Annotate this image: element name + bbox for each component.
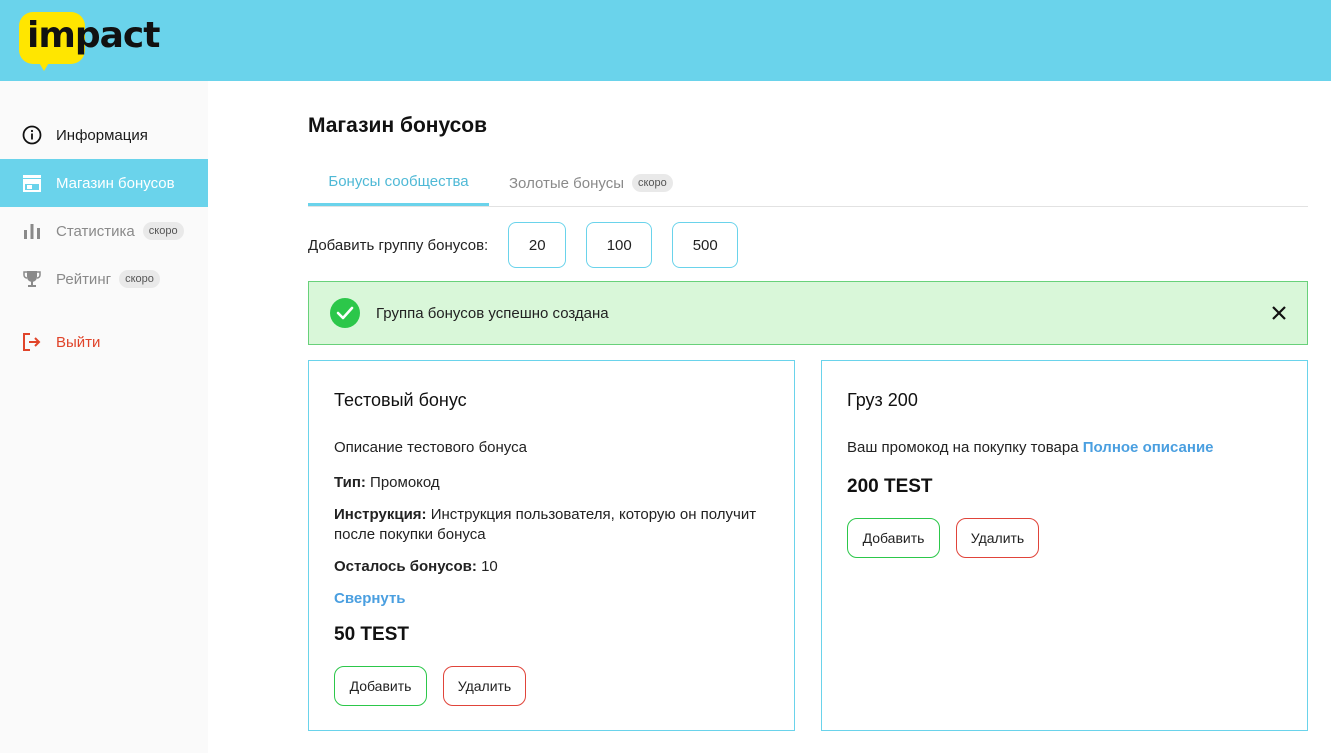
success-alert: Группа бонусов успешно создана <box>308 281 1308 345</box>
close-icon[interactable] <box>1269 303 1289 323</box>
description-text: Ваш промокод на покупку товара <box>847 439 1083 456</box>
logo-bubble-tail <box>35 56 53 71</box>
add-group-500-button[interactable]: 500 <box>672 222 739 268</box>
bonus-card-type: Тип: Промокод <box>334 473 440 493</box>
check-circle-icon <box>330 298 360 328</box>
store-icon <box>21 172 43 194</box>
sidebar-item-info[interactable]: Информация <box>0 111 208 159</box>
add-group-label: Добавить группу бонусов: <box>308 236 489 254</box>
trophy-icon <box>21 268 43 290</box>
type-label: Тип: <box>334 474 366 491</box>
sidebar-item-label: Выйти <box>56 333 101 351</box>
add-bonus-group-row: Добавить группу бонусов: 20 100 500 <box>308 222 758 268</box>
sidebar-item-label: Магазин бонусов <box>56 174 175 192</box>
bonus-card-title: Тестовый бонус <box>334 390 467 410</box>
delete-button[interactable]: Удалить <box>956 518 1039 558</box>
logout-icon <box>21 331 43 353</box>
bar-chart-icon <box>21 220 43 242</box>
bonus-card: Груз 200 Ваш промокод на покупку товара … <box>821 360 1308 731</box>
alert-message: Группа бонусов успешно создана <box>376 304 609 322</box>
bonus-card-instruction: Инструкция: Инструкция пользователя, кот… <box>334 505 774 545</box>
remaining-label: Осталось бонусов: <box>334 558 477 575</box>
sidebar: Информация Магазин бонусов Статистика ск… <box>0 81 208 753</box>
add-button[interactable]: Добавить <box>847 518 940 558</box>
tab-bar: Бонусы сообщества Золотые бонусы скоро <box>308 160 1308 207</box>
sidebar-item-label: Рейтинг <box>56 270 112 288</box>
full-description-link[interactable]: Полное описание <box>1083 439 1214 456</box>
tab-label: Золотые бонусы <box>509 174 624 192</box>
type-value: Промокод <box>365 474 440 491</box>
soon-badge: скоро <box>119 270 160 288</box>
soon-badge: скоро <box>632 174 673 192</box>
tab-label: Бонусы сообщества <box>328 173 469 190</box>
add-group-100-button[interactable]: 100 <box>586 222 653 268</box>
collapse-link[interactable]: Свернуть <box>334 589 406 609</box>
bonus-card-remaining: Осталось бонусов: 10 <box>334 557 498 577</box>
soon-badge: скоро <box>142 222 184 240</box>
sidebar-item-statistics[interactable]: Статистика скоро <box>0 207 208 255</box>
logo-text: impact <box>27 15 160 56</box>
tab-community-bonuses[interactable]: Бонусы сообщества <box>308 160 489 206</box>
bonus-card-price: 50 TEST <box>334 624 409 645</box>
sidebar-item-bonus-store[interactable]: Магазин бонусов <box>0 159 208 207</box>
tab-gold-bonuses[interactable]: Золотые бонусы скоро <box>509 160 673 206</box>
app-header: impact <box>0 0 1331 81</box>
remaining-value: 10 <box>476 558 498 575</box>
bonus-card-title: Груз 200 <box>847 390 918 410</box>
sidebar-item-rating[interactable]: Рейтинг скоро <box>0 255 208 303</box>
info-icon <box>21 124 43 146</box>
bonus-card-description: Ваш промокод на покупку товара Полное оп… <box>847 438 1214 458</box>
add-group-20-button[interactable]: 20 <box>508 222 567 268</box>
bonus-card-description: Описание тестового бонуса <box>334 439 527 456</box>
sidebar-item-label: Информация <box>56 126 148 144</box>
delete-button[interactable]: Удалить <box>443 666 526 706</box>
sidebar-item-logout[interactable]: Выйти <box>0 318 208 366</box>
bonus-card-price: 200 TEST <box>847 476 933 497</box>
page-title: Магазин бонусов <box>308 114 488 137</box>
impact-logo[interactable]: impact <box>19 12 184 74</box>
instruction-label: Инструкция: <box>334 506 427 523</box>
sidebar-item-label: Статистика <box>56 222 135 240</box>
add-button[interactable]: Добавить <box>334 666 427 706</box>
bonus-card: Тестовый бонус Описание тестового бонуса… <box>308 360 795 731</box>
